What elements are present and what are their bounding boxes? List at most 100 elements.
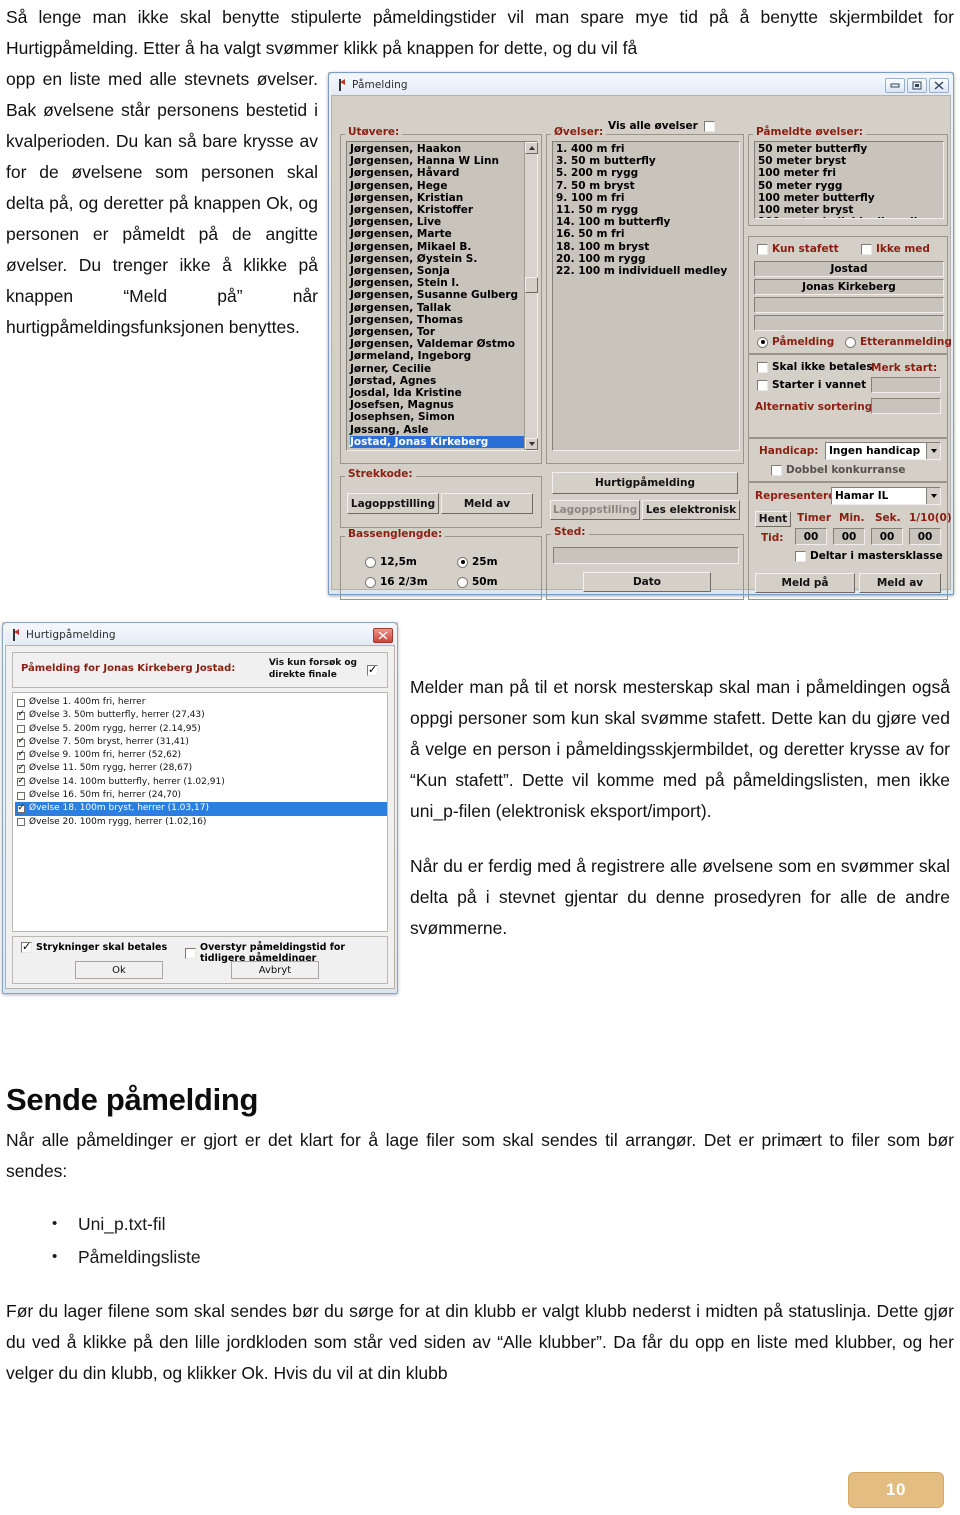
scrollbar-thumb[interactable] bbox=[525, 277, 538, 293]
window-titlebar[interactable]: Hurtigpåmelding bbox=[5, 625, 395, 645]
utovere-list[interactable]: Jørgensen, Haakon Jørgensen, Hanna W Linn… bbox=[347, 142, 537, 449]
list-item[interactable]: 50 meter butterfly bbox=[758, 143, 943, 155]
list-item[interactable]: 5. 200 m rygg bbox=[556, 167, 739, 179]
list-item[interactable]: 16. 50 m fri bbox=[556, 228, 739, 240]
lagoppstilling-button[interactable]: Lagoppstilling bbox=[550, 500, 640, 520]
list-item[interactable]: Øvelse 9. 100m fri, herrer (52,62) bbox=[15, 748, 387, 762]
ok-button[interactable]: Ok bbox=[75, 961, 163, 979]
list-item[interactable]: Øvelse 20. 100m rygg, herrer (1.02,16) bbox=[15, 816, 387, 829]
fornavn-field[interactable]: Jonas Kirkeberg bbox=[754, 279, 944, 295]
utovere-scrollbar[interactable] bbox=[524, 142, 538, 450]
list-item[interactable]: Øvelse 11. 50m rygg, herrer (28,67) bbox=[15, 762, 387, 775]
radio-16-2-3m[interactable]: 16 2/3m bbox=[365, 576, 428, 588]
deltar-mastersklasse-row[interactable]: Deltar i mastersklasse bbox=[795, 550, 943, 562]
list-item[interactable]: Jørgensen, Thomas bbox=[350, 314, 537, 326]
tid-timer-input[interactable]: 00 bbox=[795, 528, 827, 545]
list-item[interactable]: Jørgensen, Live bbox=[350, 216, 537, 228]
list-item[interactable]: Jørstad, Agnes bbox=[350, 375, 537, 387]
list-item[interactable]: 7. 50 m bryst bbox=[556, 180, 739, 192]
list-item[interactable]: Jørgensen, Marte bbox=[350, 228, 537, 240]
list-item[interactable]: Jørner, Cecilie bbox=[350, 363, 537, 375]
list-item[interactable]: 50 meter rygg bbox=[758, 180, 943, 192]
list-item[interactable]: Jostad, Jonas Kirkeberg bbox=[350, 435, 537, 449]
pameldte-list[interactable]: 50 meter butterfly 50 meter bryst 100 mete… bbox=[755, 142, 943, 218]
dato-button[interactable]: Dato bbox=[583, 572, 711, 592]
tid-min-input[interactable]: 00 bbox=[833, 528, 865, 545]
list-item[interactable]: Jørgensen, Håvard bbox=[350, 167, 537, 179]
list-item[interactable]: 18. 100 m bryst bbox=[556, 241, 739, 253]
merk-start-input[interactable] bbox=[871, 377, 941, 393]
radio-25m[interactable]: 25m bbox=[457, 556, 498, 568]
deltar-mastersklasse-checkbox[interactable] bbox=[795, 550, 806, 562]
meld-av-strekkode-button[interactable]: Meld av bbox=[441, 493, 533, 514]
list-item[interactable]: Jørgensen, Tallak bbox=[350, 302, 537, 314]
kun-stafett-checkbox-row[interactable]: Kun stafett bbox=[757, 243, 839, 255]
list-item[interactable]: 14. 100 m butterfly bbox=[556, 216, 739, 228]
list-item[interactable]: Jørgensen, Stein I. bbox=[350, 277, 537, 289]
dobbel-konkurranse-row[interactable]: Dobbel konkurranse bbox=[771, 464, 905, 476]
list-item[interactable]: Øvelse 1. 400m fri, herrer bbox=[15, 696, 387, 709]
hurtig-events-listbox[interactable]: Øvelse 1. 400m fri, herrer Øvelse 3. 50m … bbox=[12, 692, 388, 932]
list-item[interactable]: 11. 50 m rygg bbox=[556, 204, 739, 216]
list-item[interactable]: Jørgensen, Sonja bbox=[350, 265, 537, 277]
hurtig-events-list[interactable]: Øvelse 1. 400m fri, herrer Øvelse 3. 50m … bbox=[13, 693, 387, 829]
event-checkbox[interactable] bbox=[17, 762, 25, 774]
event-checkbox[interactable] bbox=[17, 802, 25, 814]
vis-alle-ovelser-control[interactable]: Vis alle øvelser bbox=[604, 120, 719, 132]
list-item[interactable]: Jørgensen, Øystein S. bbox=[350, 253, 537, 265]
event-checkbox[interactable] bbox=[17, 818, 25, 827]
meld-av-button[interactable]: Meld av bbox=[859, 573, 941, 593]
alternativ-sortering-input[interactable] bbox=[871, 398, 941, 414]
kun-stafett-checkbox[interactable] bbox=[757, 243, 768, 255]
dobbel-konkurranse-checkbox[interactable] bbox=[771, 464, 782, 476]
starter-i-vannet-checkbox[interactable] bbox=[757, 379, 768, 391]
tid-sek-input[interactable]: 00 bbox=[871, 528, 903, 545]
list-item[interactable]: 20. 100 m rygg bbox=[556, 253, 739, 265]
vis-kun-forsok-checkbox[interactable] bbox=[367, 663, 378, 676]
ikke-med-checkbox[interactable] bbox=[861, 243, 872, 255]
list-item[interactable]: Øvelse 7. 50m bryst, herrer (31,41) bbox=[15, 735, 387, 749]
strykninger-checkbox[interactable] bbox=[21, 940, 32, 953]
pameldte-listbox[interactable]: 50 meter butterfly 50 meter bryst 100 mete… bbox=[754, 141, 944, 219]
list-item[interactable]: 100 meter individuell medley bbox=[758, 216, 943, 218]
scroll-up-arrow[interactable] bbox=[525, 142, 538, 154]
close-button[interactable] bbox=[929, 77, 949, 93]
pamelding-radio[interactable]: Påmelding bbox=[757, 336, 834, 348]
extra-field-2[interactable] bbox=[754, 315, 944, 331]
overstyr-checkbox[interactable] bbox=[185, 947, 196, 959]
chevron-down-icon[interactable] bbox=[926, 443, 940, 459]
list-item[interactable]: Øvelse 18. 100m bryst, herrer (1.03,17) bbox=[15, 802, 387, 816]
list-item[interactable]: Øvelse 16. 50m fri, herrer (24,70) bbox=[15, 789, 387, 802]
hurtigpamelding-button[interactable]: Hurtigpåmelding bbox=[552, 472, 738, 494]
event-checkbox[interactable] bbox=[17, 775, 25, 787]
list-item[interactable]: Jørgensen, Kristian bbox=[350, 192, 537, 204]
list-item[interactable]: Josdal, Ida Kristine bbox=[350, 387, 537, 399]
list-item[interactable]: 1. 400 m fri bbox=[556, 143, 739, 155]
list-item[interactable]: 22. 100 m individuell medley bbox=[556, 265, 739, 277]
list-item[interactable]: 3. 50 m butterfly bbox=[556, 155, 739, 167]
list-item[interactable]: Jørgensen, Hanna W Linn bbox=[350, 155, 537, 167]
list-item[interactable]: Jøssang, Asle bbox=[350, 424, 537, 436]
event-checkbox[interactable] bbox=[17, 791, 25, 800]
event-checkbox[interactable] bbox=[17, 698, 25, 707]
representerer-dropdown[interactable]: Hamar IL bbox=[831, 487, 941, 505]
list-item[interactable]: 9. 100 m fri bbox=[556, 192, 739, 204]
utovere-listbox[interactable]: Jørgensen, Haakon Jørgensen, Hanna W Linn… bbox=[346, 141, 538, 451]
skal-ikke-betales-checkbox[interactable] bbox=[757, 361, 768, 373]
event-checkbox[interactable] bbox=[17, 748, 25, 760]
list-item[interactable]: 50 meter bryst bbox=[758, 155, 943, 167]
starter-i-vannet-row[interactable]: Starter i vannet bbox=[757, 379, 866, 391]
extra-field-1[interactable] bbox=[754, 297, 944, 313]
list-item[interactable]: Jørmeland, Ingeborg bbox=[350, 350, 537, 362]
etteranmelding-radio[interactable]: Etteranmelding bbox=[845, 336, 952, 348]
list-item[interactable]: Jørgensen, Mikael B. bbox=[350, 241, 537, 253]
radio-12-5m[interactable]: 12,5m bbox=[365, 556, 417, 568]
lagoppstilling-strekkode-button[interactable]: Lagoppstilling bbox=[347, 493, 439, 514]
list-item[interactable]: Øvelse 5. 200m rygg, herrer (2.14,95) bbox=[15, 723, 387, 736]
list-item[interactable]: Josefsen, Magnus bbox=[350, 399, 537, 411]
skal-ikke-betales-row[interactable]: Skal ikke betales bbox=[757, 361, 873, 373]
list-item[interactable]: Øvelse 3. 50m butterfly, herrer (27,43) bbox=[15, 708, 387, 722]
ikke-med-checkbox-row[interactable]: Ikke med bbox=[861, 243, 930, 255]
list-item[interactable]: Josephsen, Simon bbox=[350, 411, 537, 423]
event-checkbox[interactable] bbox=[17, 735, 25, 747]
